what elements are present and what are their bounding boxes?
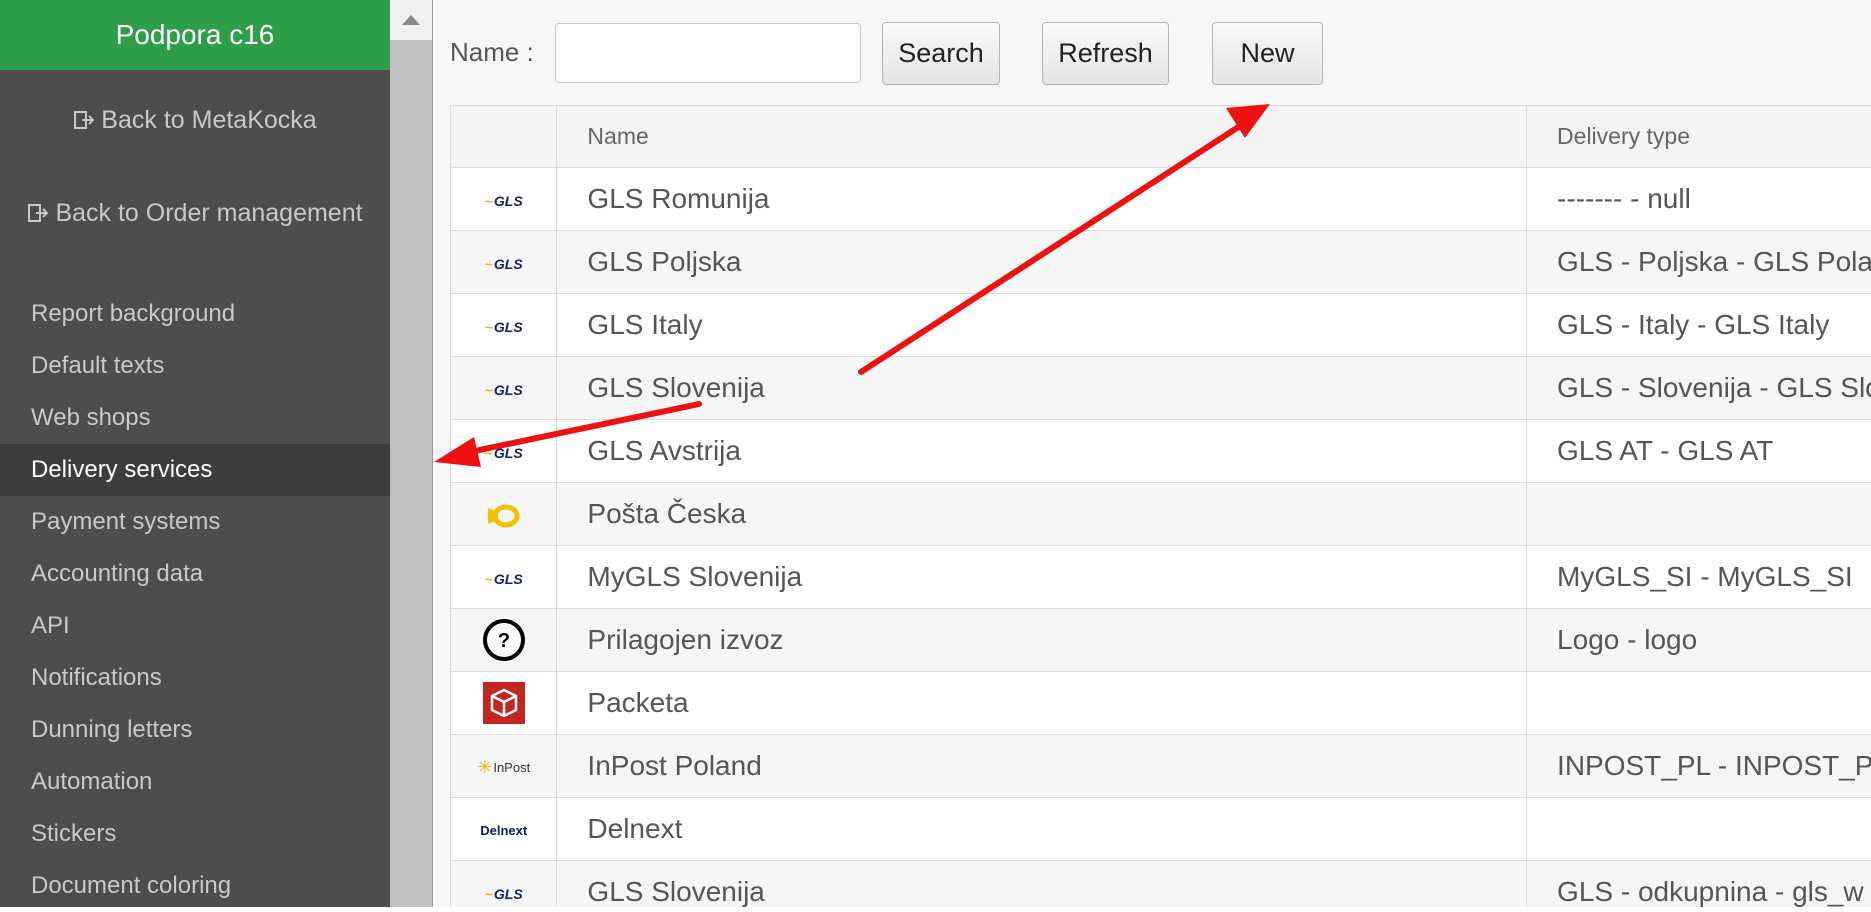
gls-logo-icon: ~GLS	[485, 256, 523, 272]
table-row[interactable]: ~GLS GLS Italy GLS - Italy - GLS Italy	[451, 294, 1871, 357]
name-cell: MyGLS Slovenija	[557, 546, 1527, 609]
back-to-order-management-link[interactable]: Back to Order management	[0, 193, 390, 233]
gls-logo-icon: ~GLS	[485, 571, 523, 587]
delivery-type-cell	[1527, 672, 1871, 735]
sidebar-scrollbar[interactable]	[390, 0, 433, 907]
delivery-type-cell: GLS - Slovenija - GLS Slo	[1527, 357, 1871, 420]
logo-cell	[451, 483, 557, 546]
logo-cell: ~GLS	[451, 546, 557, 609]
sidebar-nav: Report background Default texts Web shop…	[0, 288, 390, 912]
name-cell: InPost Poland	[557, 735, 1527, 798]
sidebar-item-automation[interactable]: Automation	[0, 756, 390, 808]
logo-cell: ~GLS	[451, 861, 557, 908]
gls-logo-icon: ~GLS	[485, 319, 523, 335]
logo-cell: ~GLS	[451, 357, 557, 420]
name-cell: GLS Poljska	[557, 231, 1527, 294]
main-content: Name : Search Refresh New Name Delivery …	[433, 0, 1871, 907]
logo-cell: ~GLS	[451, 420, 557, 483]
logo-cell: ~GLS	[451, 231, 557, 294]
gls-logo-icon: ~GLS	[485, 193, 523, 209]
back-to-metakocka-link[interactable]: Back to MetaKocka	[0, 100, 390, 140]
table-row[interactable]: ~GLS GLS Slovenija GLS - odkupnina - gls…	[451, 861, 1871, 908]
delivery-type-cell: GLS AT - GLS AT	[1527, 420, 1871, 483]
column-header-logo[interactable]	[451, 106, 557, 168]
sidebar-item-delivery-services[interactable]: Delivery services	[0, 444, 390, 496]
name-filter-label: Name :	[450, 37, 534, 68]
sidebar-item-accounting-data[interactable]: Accounting data	[0, 548, 390, 600]
table-header-row: Name Delivery type	[451, 106, 1871, 168]
name-cell: Prilagojen izvoz	[557, 609, 1527, 672]
table-row[interactable]: ~GLS MyGLS Slovenija MyGLS_SI - MyGLS_SI	[451, 546, 1871, 609]
back-to-order-management-label: Back to Order management	[55, 199, 362, 228]
sidebar-item-document-coloring[interactable]: Document coloring	[0, 860, 390, 912]
sidebar-item-payment-systems[interactable]: Payment systems	[0, 496, 390, 548]
sidebar-item-web-shops[interactable]: Web shops	[0, 392, 390, 444]
logo-cell: ~GLS	[451, 294, 557, 357]
filter-toolbar: Name : Search Refresh New	[433, 0, 1871, 100]
table-row[interactable]: Packeta	[451, 672, 1871, 735]
search-button[interactable]: Search	[882, 22, 1000, 85]
name-cell: Delnext	[557, 798, 1527, 861]
name-cell: GLS Slovenija	[557, 861, 1527, 908]
sidebar-item-dunning-letters[interactable]: Dunning letters	[0, 704, 390, 756]
gls-logo-icon: ~GLS	[485, 886, 523, 902]
table-row[interactable]: ~GLS GLS Avstrija GLS AT - GLS AT	[451, 420, 1871, 483]
column-header-name[interactable]: Name	[557, 106, 1527, 168]
delivery-type-cell: GLS - Poljska - GLS Pola	[1527, 231, 1871, 294]
delivery-type-cell: Logo - logo	[1527, 609, 1871, 672]
table-row[interactable]: ✳InPost InPost Poland INPOST_PL - INPOST…	[451, 735, 1871, 798]
packeta-icon	[483, 682, 525, 724]
back-to-metakocka-label: Back to MetaKocka	[101, 106, 316, 135]
gls-logo-icon: ~GLS	[485, 382, 523, 398]
name-cell: GLS Slovenija	[557, 357, 1527, 420]
table-row[interactable]: Delnext Delnext	[451, 798, 1871, 861]
table-row[interactable]: ~GLS GLS Slovenija GLS - Slovenija - GLS…	[451, 357, 1871, 420]
logo-cell: ?	[451, 609, 557, 672]
logo-cell	[451, 672, 557, 735]
column-header-delivery-type[interactable]: Delivery type	[1527, 106, 1871, 168]
posta-horn-icon	[484, 502, 524, 530]
sidebar-item-api[interactable]: API	[0, 600, 390, 652]
table-row[interactable]: ~GLS GLS Poljska GLS - Poljska - GLS Pol…	[451, 231, 1871, 294]
logo-cell: Delnext	[451, 798, 557, 861]
table-row[interactable]: ~GLS GLS Romunija ------- - null	[451, 168, 1871, 231]
delivery-type-cell: MyGLS_SI - MyGLS_SI	[1527, 546, 1871, 609]
refresh-button[interactable]: Refresh	[1042, 22, 1169, 85]
sidebar-item-stickers[interactable]: Stickers	[0, 808, 390, 860]
name-cell: GLS Avstrija	[557, 420, 1527, 483]
sidebar-item-default-texts[interactable]: Default texts	[0, 340, 390, 392]
triangle-up-icon	[402, 15, 420, 25]
delnext-logo-icon: Delnext	[480, 823, 527, 838]
table-row[interactable]: ? Prilagojen izvoz Logo - logo	[451, 609, 1871, 672]
logo-cell: ✳InPost	[451, 735, 557, 798]
delivery-type-cell: INPOST_PL - INPOST_PL	[1527, 735, 1871, 798]
exit-icon	[27, 202, 49, 224]
delivery-type-cell: GLS - Italy - GLS Italy	[1527, 294, 1871, 357]
delivery-services-table: Name Delivery type ~GLS GLS Romunija ---…	[450, 105, 1871, 907]
name-cell: Packeta	[557, 672, 1527, 735]
brand-title[interactable]: Podpora c16	[0, 0, 390, 70]
inpost-logo-icon: ✳InPost	[477, 757, 530, 778]
sidebar-item-notifications[interactable]: Notifications	[0, 652, 390, 704]
name-cell: GLS Romunija	[557, 168, 1527, 231]
delivery-type-cell	[1527, 483, 1871, 546]
svg-text:?: ?	[498, 630, 510, 652]
name-cell: Pošta Česka	[557, 483, 1527, 546]
delivery-type-cell	[1527, 798, 1871, 861]
question-icon: ?	[482, 618, 526, 662]
name-cell: GLS Italy	[557, 294, 1527, 357]
delivery-type-cell: GLS - odkupnina - gls_w	[1527, 861, 1871, 908]
logo-cell: ~GLS	[451, 168, 557, 231]
sidebar: Podpora c16 Back to MetaKocka Back to Or…	[0, 0, 390, 907]
exit-icon	[73, 109, 95, 131]
sidebar-item-report-background[interactable]: Report background	[0, 288, 390, 340]
gls-logo-icon: ~GLS	[485, 445, 523, 461]
scroll-up-button[interactable]	[390, 0, 432, 40]
name-filter-input[interactable]	[555, 23, 861, 83]
new-button[interactable]: New	[1212, 22, 1323, 85]
delivery-type-cell: ------- - null	[1527, 168, 1871, 231]
table-row[interactable]: Pošta Česka	[451, 483, 1871, 546]
